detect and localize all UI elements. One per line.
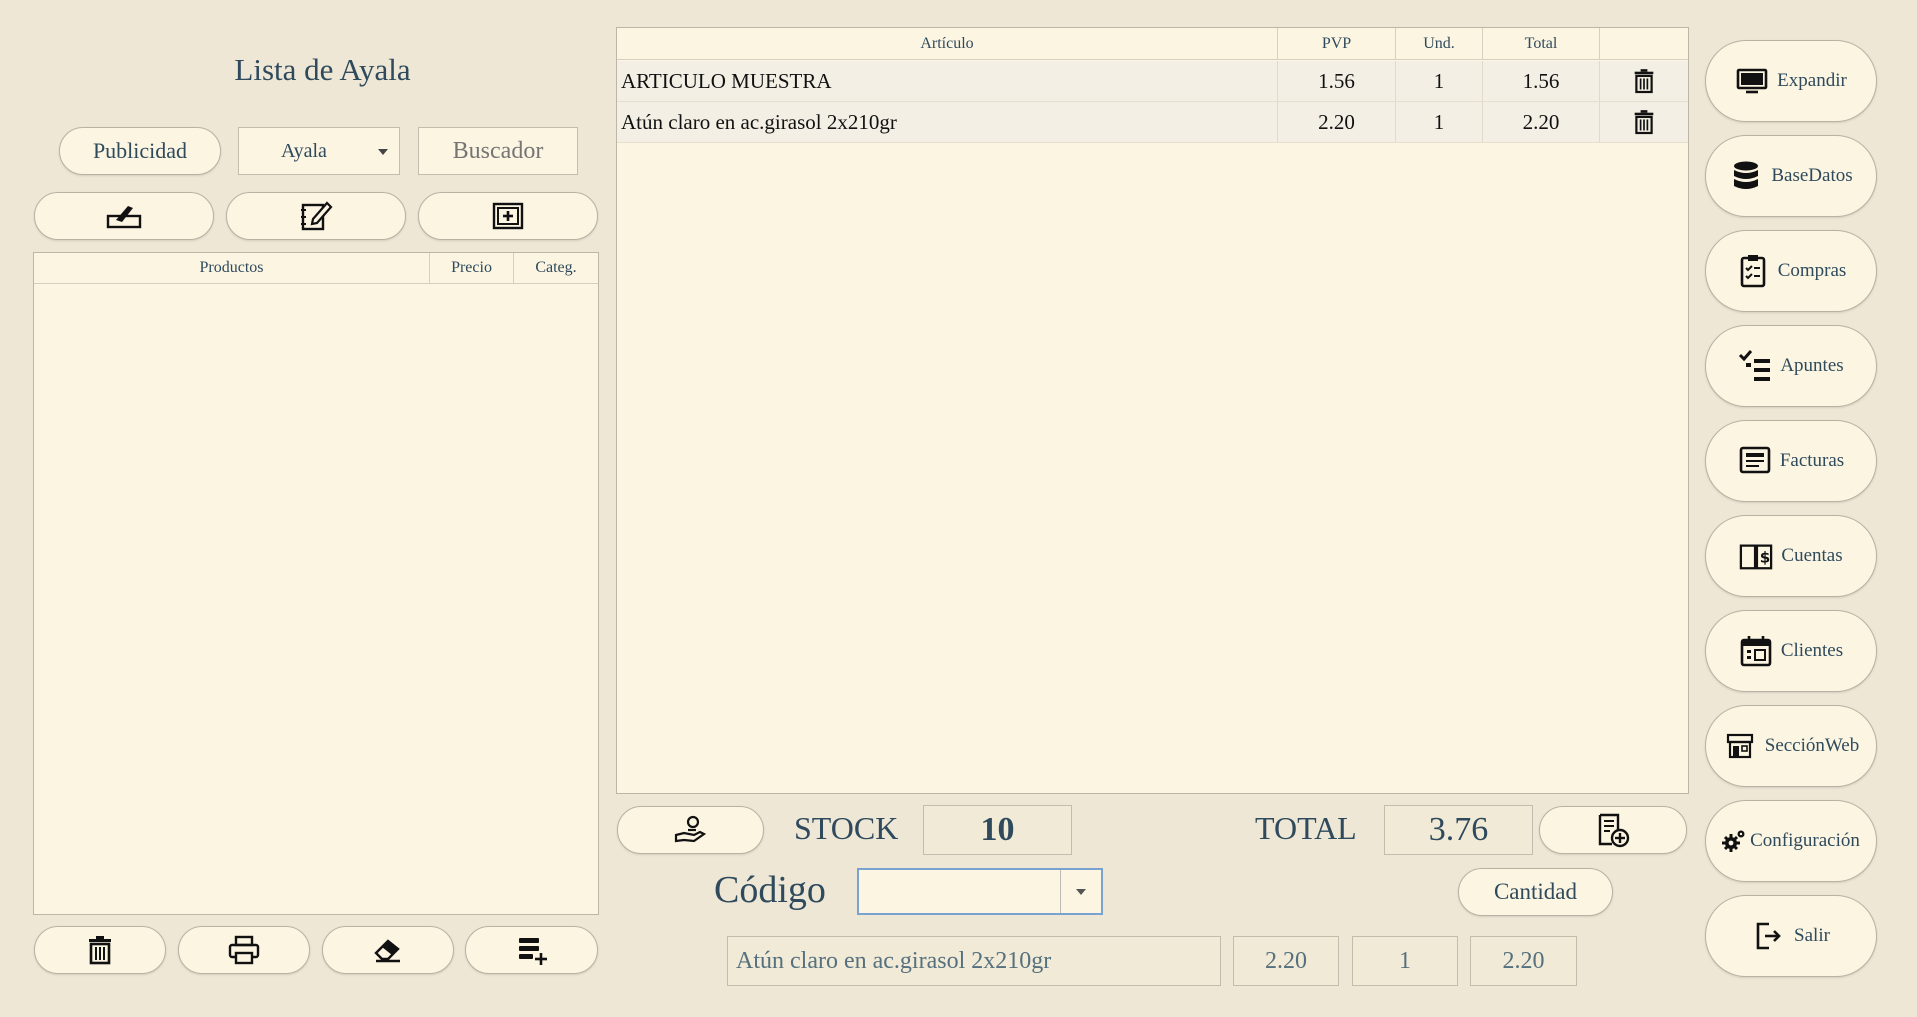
eraser-icon [372,937,404,963]
row-pvp: 1.56 [1278,61,1396,101]
print-button[interactable] [178,926,310,974]
total-label: TOTAL [1255,810,1357,846]
svg-text:$: $ [1760,549,1771,567]
codigo-input[interactable] [859,870,1063,915]
row-articulo: Atún claro en ac.girasol 2x210gr [617,102,1278,142]
table-row[interactable]: Atún claro en ac.girasol 2x210gr 2.20 1 … [617,102,1688,143]
clipboard-icon [1736,254,1770,288]
column-header-actions [1600,28,1688,60]
stock-value: 10 [923,805,1072,855]
trash-icon [1633,68,1655,94]
edit-note-icon [299,199,333,233]
publicity-button[interactable]: Publicidad [59,127,221,175]
total-value: 3.76 [1384,805,1533,855]
store-icon [1723,729,1757,763]
column-header-pvp: PVP [1278,28,1396,60]
menu-label: Expandir [1777,70,1847,91]
products-table: Productos Precio Categ. [33,252,599,915]
list-select[interactable]: Ayala [238,127,400,175]
edit-note-button[interactable] [226,192,406,240]
clear-button[interactable] [322,926,454,974]
row-articulo: ARTICULO MUESTRA [617,61,1278,101]
invoice-add-icon [1596,812,1630,848]
database-icon [1729,159,1763,193]
trash-icon [1633,109,1655,135]
hand-coin-icon [674,815,708,845]
table-row[interactable]: ARTICULO MUESTRA 1.56 1 1.56 [617,61,1688,102]
selected-item-name: Atún claro en ac.girasol 2x210gr [727,936,1221,986]
row-und: 1 [1396,61,1483,101]
print-icon [228,935,260,965]
menu-label: Cuentas [1781,545,1843,566]
chevron-down-icon [378,149,388,155]
menu-configuracion-button[interactable]: Configuración [1705,800,1877,882]
receipt-icon [1738,444,1772,478]
calendar-icon [1739,634,1773,668]
trash-icon [87,935,113,965]
row-total: 2.20 [1483,102,1600,142]
menu-label: Configuración [1750,830,1860,851]
menu-seccionweb-button[interactable]: SecciónWeb [1705,705,1877,787]
menu-label: Facturas [1779,450,1845,471]
edit-pen-icon [106,202,142,230]
delete-button[interactable] [34,926,166,974]
menu-salir-button[interactable]: Salir [1705,895,1877,977]
codigo-label: Código [714,869,826,911]
menu-label: Clientes [1780,640,1844,661]
monitor-icon [1735,64,1769,98]
menu-label: BaseDatos [1771,165,1853,186]
column-header-total: Total [1483,28,1600,60]
menu-apuntes-button[interactable]: Apuntes [1705,325,1877,407]
list-title: Lista de Ayala [234,52,411,87]
selected-item-qty: 1 [1352,936,1458,986]
column-header-categ: Categ. [514,253,598,284]
menu-label: Salir [1794,925,1830,946]
selected-item-price: 2.20 [1233,936,1339,986]
ticket-table: Artículo PVP Und. Total ARTICULO MUESTRA… [616,27,1689,794]
menu-compras-button[interactable]: Compras [1705,230,1877,312]
checklist-icon [1738,349,1772,383]
row-und: 1 [1396,102,1483,142]
chevron-down-icon [1076,889,1086,895]
add-list-button[interactable] [465,926,598,974]
codigo-dropdown-button[interactable] [1060,870,1101,913]
menu-label: SecciónWeb [1764,735,1860,756]
menu-label: Apuntes [1780,355,1844,376]
search-input[interactable] [418,127,578,175]
selected-item-total: 2.20 [1470,936,1577,986]
edit-list-button[interactable] [34,192,214,240]
column-header-articulo: Artículo [617,28,1278,60]
add-box-icon [492,202,524,230]
menu-clientes-button[interactable]: Clientes [1705,610,1877,692]
menu-cuentas-button[interactable]: $ Cuentas [1705,515,1877,597]
row-pvp: 2.20 [1278,102,1396,142]
list-select-value: Ayala [281,140,327,162]
menu-basedatos-button[interactable]: BaseDatos [1705,135,1877,217]
menu-expandir-button[interactable]: Expandir [1705,40,1877,122]
row-delete-button[interactable] [1600,102,1688,142]
add-invoice-button[interactable] [1539,806,1687,854]
row-delete-button[interactable] [1600,61,1688,101]
row-total: 1.56 [1483,61,1600,101]
column-header-productos: Productos [34,253,430,284]
menu-facturas-button[interactable]: Facturas [1705,420,1877,502]
add-item-button[interactable] [418,192,598,240]
cantidad-button[interactable]: Cantidad [1458,868,1613,916]
stock-button[interactable] [617,806,764,854]
ledger-icon: $ [1739,539,1773,573]
add-list-icon [516,934,548,966]
exit-icon [1752,919,1786,953]
column-header-und: Und. [1396,28,1483,60]
gears-icon [1722,824,1746,858]
stock-label: STOCK [794,810,899,846]
codigo-combobox[interactable] [857,868,1103,915]
column-header-precio: Precio [430,253,514,284]
menu-label: Compras [1777,260,1847,281]
